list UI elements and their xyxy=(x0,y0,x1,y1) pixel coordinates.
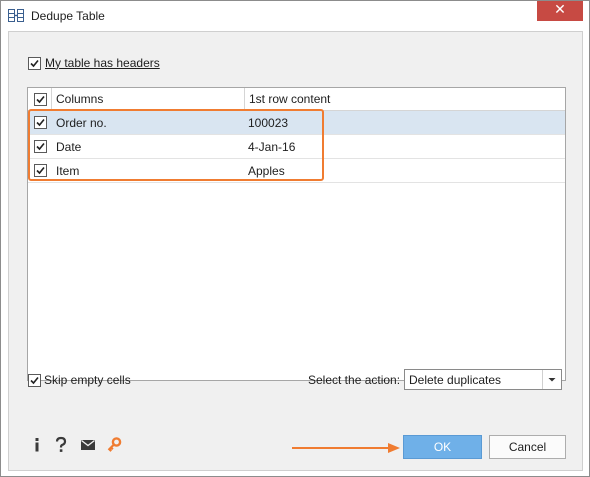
has-headers-label-text: My table has headers xyxy=(45,56,160,70)
column-name: Date xyxy=(56,140,82,154)
dialog-body: My table has headers Columns 1st row con… xyxy=(8,31,583,471)
chevron-down-icon xyxy=(548,378,556,382)
column-separator[interactable] xyxy=(244,88,245,110)
skip-empty-checkbox[interactable] xyxy=(28,374,41,387)
help-icon[interactable] xyxy=(53,436,69,454)
checkmark-icon xyxy=(36,118,45,127)
action-selected-value: Delete duplicates xyxy=(409,373,502,387)
checkmark-icon xyxy=(36,95,45,104)
row-checkbox[interactable] xyxy=(34,116,47,129)
table-row[interactable]: Item Apples xyxy=(28,159,565,183)
row-content: 100023 xyxy=(248,116,289,130)
columns-grid: Columns 1st row content Order no. 100023… xyxy=(27,87,566,381)
has-headers-checkbox[interactable] xyxy=(28,57,41,70)
table-app-icon xyxy=(8,9,24,22)
row-content: Apples xyxy=(248,164,285,178)
row-content: 4-Jan-16 xyxy=(248,140,296,154)
checkmark-icon xyxy=(30,376,39,385)
dropdown-arrow[interactable] xyxy=(542,370,561,389)
close-icon: ✕ xyxy=(554,2,566,18)
row-checkbox[interactable] xyxy=(34,164,47,177)
mail-icon[interactable] xyxy=(80,436,96,454)
window-title: Dedupe Table xyxy=(31,9,105,23)
checkmark-icon xyxy=(36,142,45,151)
content-header: 1st row content xyxy=(249,92,331,106)
table-row[interactable]: Order no. 100023 xyxy=(28,111,565,135)
column-name: Item xyxy=(56,164,80,178)
checkmark-icon xyxy=(30,59,39,68)
grid-header: Columns 1st row content xyxy=(28,88,565,111)
column-separator xyxy=(51,88,52,110)
info-icon[interactable] xyxy=(29,436,45,454)
row-checkbox[interactable] xyxy=(34,140,47,153)
action-label: Select the action: xyxy=(308,373,401,387)
cancel-button[interactable]: Cancel xyxy=(489,435,566,459)
columns-header: Columns xyxy=(56,92,104,106)
select-all-checkbox[interactable] xyxy=(34,93,47,106)
table-row[interactable]: Date 4-Jan-16 xyxy=(28,135,565,159)
checkmark-icon xyxy=(36,166,45,175)
title-bar[interactable]: Dedupe Table ✕ xyxy=(1,1,589,31)
has-headers-label[interactable]: My table has headers xyxy=(45,56,160,70)
close-button[interactable]: ✕ xyxy=(537,1,583,21)
key-icon[interactable] xyxy=(106,436,122,454)
column-name: Order no. xyxy=(56,116,107,130)
ok-button[interactable]: OK xyxy=(403,435,482,459)
dedupe-dialog: Dedupe Table ✕ My table has headers Colu… xyxy=(0,0,590,477)
orange-arrow-annotation xyxy=(292,443,400,453)
action-dropdown[interactable]: Delete duplicates xyxy=(404,369,562,390)
skip-empty-label[interactable]: Skip empty cells xyxy=(44,373,131,387)
